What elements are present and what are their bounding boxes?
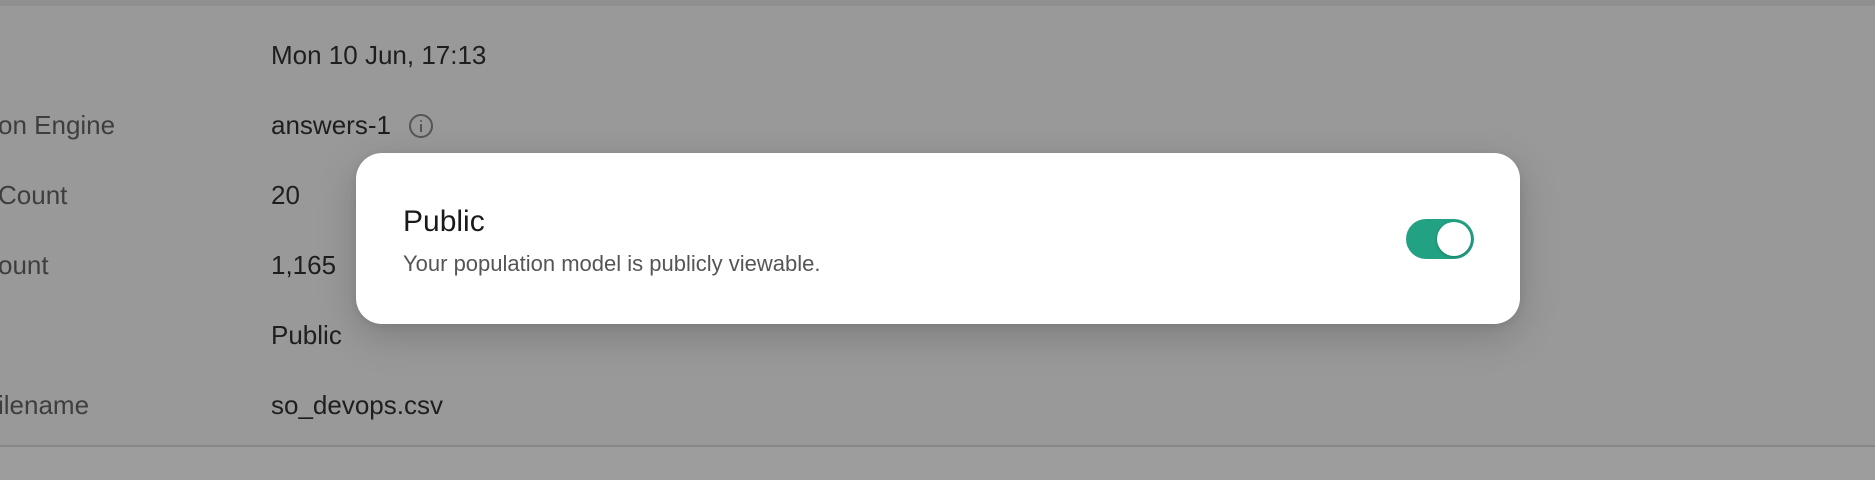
row-value: 1,165 <box>271 250 337 280</box>
detail-row-visibility: Public <box>0 320 1875 360</box>
toggle-knob[interactable] <box>1437 222 1471 256</box>
row-value: Mon 10 Jun, 17:13 <box>271 40 487 70</box>
row-label: ilename <box>0 390 90 420</box>
row-label: ount <box>0 250 49 280</box>
row-value: so_devops.csv <box>271 390 443 420</box>
modal-title: Public <box>403 205 485 238</box>
row-label: Count <box>0 180 68 210</box>
detail-row-filename: ilename so_devops.csv <box>0 390 1875 430</box>
public-visibility-modal: Public Your population model is publicly… <box>356 153 1520 324</box>
row-value: Public <box>271 320 342 350</box>
row-value-wrapper: answers-1 <box>271 110 433 141</box>
detail-row-engine: on Engine answers-1 <box>0 110 1875 150</box>
footer-strip <box>0 447 1875 480</box>
detail-row-date: Mon 10 Jun, 17:13 <box>0 40 1875 80</box>
row-value: 20 <box>271 180 300 210</box>
info-icon[interactable] <box>408 113 433 138</box>
modal-subtitle: Your population model is publicly viewab… <box>403 251 821 276</box>
row-value: answers-1 <box>271 110 391 140</box>
top-edge <box>0 0 1875 6</box>
row-label: on Engine <box>0 110 116 140</box>
public-toggle[interactable] <box>1406 219 1474 259</box>
